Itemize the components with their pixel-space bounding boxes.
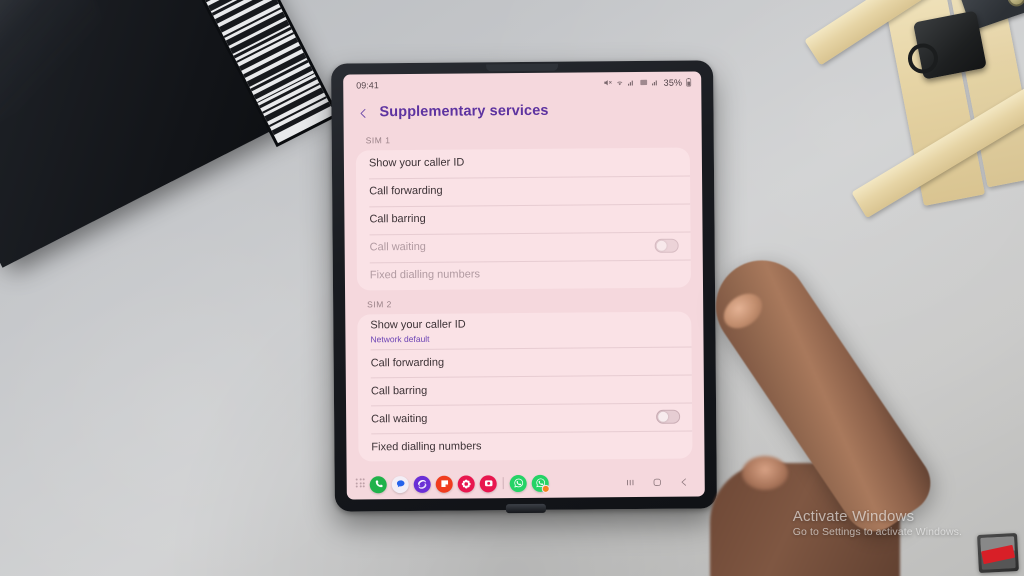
page-title: Supplementary services bbox=[379, 102, 549, 121]
recents-nav-button[interactable] bbox=[619, 473, 641, 491]
taskbar-dock bbox=[347, 466, 705, 499]
settings-row-title: Fixed dialling numbers bbox=[369, 268, 481, 282]
settings-row[interactable]: Show your caller ID Network default bbox=[357, 312, 691, 350]
settings-card-sim2: Show your caller ID Network default Call f… bbox=[357, 311, 693, 462]
grip-dot bbox=[359, 478, 362, 481]
galaxy-z-fold6-device: 09:41 35% Supplementary services SIM 1 S… bbox=[331, 60, 717, 514]
settings-row-text: Call forwarding bbox=[369, 185, 442, 199]
toggle-switch[interactable] bbox=[656, 410, 681, 425]
settings-row-text: Call barring bbox=[369, 213, 425, 227]
battery-percent-label: 35% bbox=[663, 77, 683, 88]
phone-app-icon[interactable] bbox=[369, 475, 387, 493]
grip-dot bbox=[355, 478, 358, 481]
chevron-left-icon[interactable] bbox=[357, 106, 369, 118]
settings-row-text: Call waiting bbox=[370, 241, 426, 255]
settings-row-subtitle: Network default bbox=[370, 333, 430, 345]
settings-row[interactable]: Call forwarding bbox=[356, 176, 690, 207]
messages-app-icon[interactable] bbox=[391, 475, 409, 493]
grip-dot bbox=[362, 485, 365, 488]
watermark-subtitle: Go to Settings to activate Windows. bbox=[792, 526, 962, 539]
thumb bbox=[742, 456, 788, 490]
mute-icon bbox=[604, 78, 613, 87]
grip-dot bbox=[359, 482, 362, 485]
notification-badge bbox=[541, 484, 550, 493]
channel-logo-watermark bbox=[977, 532, 1019, 574]
sim-label-icon bbox=[640, 78, 649, 87]
camera-app-icon[interactable] bbox=[479, 474, 497, 492]
settings-row[interactable]: Call waiting bbox=[358, 403, 692, 434]
grip-dot bbox=[362, 478, 365, 481]
settings-row-text: Call forwarding bbox=[371, 356, 444, 370]
wooden-frame-object bbox=[804, 0, 1024, 219]
wifi-icon bbox=[616, 78, 625, 87]
settings-row[interactable]: Call barring bbox=[358, 375, 692, 406]
grip-dot bbox=[355, 485, 358, 488]
device-hinge bbox=[505, 503, 546, 514]
settings-row-text: Fixed dialling numbers bbox=[370, 269, 480, 284]
settings-row-title: Fixed dialling numbers bbox=[371, 439, 482, 453]
settings-row[interactable]: Call barring bbox=[356, 204, 690, 235]
settings-row-title: Call barring bbox=[370, 384, 428, 397]
settings-row-title: Show your caller ID bbox=[370, 318, 466, 332]
settings-row[interactable]: Fixed dialling numbers bbox=[358, 431, 692, 462]
settings-row-text: Show your caller ID Network default bbox=[370, 319, 466, 345]
settings-row-text: Call barring bbox=[371, 384, 427, 398]
app-bar: Supplementary services bbox=[343, 92, 701, 133]
status-bar-clock: 09:41 bbox=[356, 79, 379, 90]
settings-row: Fixed dialling numbers bbox=[357, 260, 691, 291]
screw-icon bbox=[1005, 0, 1024, 9]
settings-row-text: Show your caller ID bbox=[369, 157, 464, 172]
gallery-app-icon[interactable] bbox=[457, 474, 475, 493]
notes-app-icon[interactable] bbox=[435, 475, 453, 493]
toggle-knob bbox=[658, 412, 669, 423]
settings-row[interactable]: Call forwarding bbox=[358, 347, 692, 378]
samsung-internet-app-icon[interactable] bbox=[413, 475, 431, 493]
settings-row-title: Call forwarding bbox=[369, 184, 443, 198]
fingertip bbox=[717, 286, 769, 336]
settings-row[interactable]: Show your caller ID bbox=[356, 148, 690, 179]
settings-row-title: Call forwarding bbox=[370, 356, 445, 369]
whatsapp-app-icon[interactable] bbox=[509, 474, 527, 492]
watermark-title: Activate Windows bbox=[792, 507, 915, 525]
settings-row-text: Fixed dialling numbers bbox=[371, 440, 481, 455]
back-nav-button[interactable] bbox=[673, 473, 695, 491]
galaxy-z-fold6-box: Galaxy Z Fold6 bbox=[0, 0, 335, 268]
grip-dot bbox=[355, 482, 358, 485]
settings-row-title: Call waiting bbox=[369, 240, 426, 254]
whatsapp-business-app-icon[interactable] bbox=[531, 474, 550, 493]
section-label-sim2: SIM 2 bbox=[367, 299, 392, 310]
status-bar-icons: 35% bbox=[604, 77, 693, 88]
grip-dot bbox=[359, 485, 362, 488]
toggle-knob bbox=[656, 240, 667, 251]
phone-screen: 09:41 35% Supplementary services SIM 1 S… bbox=[343, 71, 705, 500]
signal-sim1-icon bbox=[628, 78, 637, 87]
activate-windows-watermark: Activate Windows Go to Settings to activ… bbox=[793, 508, 962, 540]
settings-row-title: Show your caller ID bbox=[368, 156, 465, 170]
box-barcode-label bbox=[169, 0, 335, 144]
app-drawer-grip-icon[interactable] bbox=[355, 478, 365, 490]
settings-row: Call waiting bbox=[357, 232, 691, 263]
home-nav-button[interactable] bbox=[646, 473, 668, 491]
dock-spacer bbox=[554, 482, 614, 483]
dock-divider bbox=[502, 477, 504, 490]
settings-card-sim1: Show your caller ID Call forwarding Call b… bbox=[355, 147, 692, 291]
index-finger bbox=[698, 242, 943, 543]
toggle-switch bbox=[654, 238, 679, 253]
settings-row-title: Call barring bbox=[369, 212, 426, 226]
settings-list[interactable]: SIM 1 Show your caller ID Call forwarding C… bbox=[344, 130, 705, 469]
settings-row-title: Call waiting bbox=[371, 412, 428, 425]
box-light-reflection bbox=[0, 0, 123, 144]
device-top-notch bbox=[486, 63, 559, 72]
metal-latch bbox=[912, 10, 987, 80]
grip-dot bbox=[362, 481, 365, 485]
signal-sim2-icon bbox=[652, 78, 661, 87]
photo-scene: Galaxy Z Fold6 09:41 bbox=[0, 0, 1024, 576]
settings-row-text: Call waiting bbox=[371, 412, 427, 426]
battery-icon bbox=[685, 77, 692, 87]
